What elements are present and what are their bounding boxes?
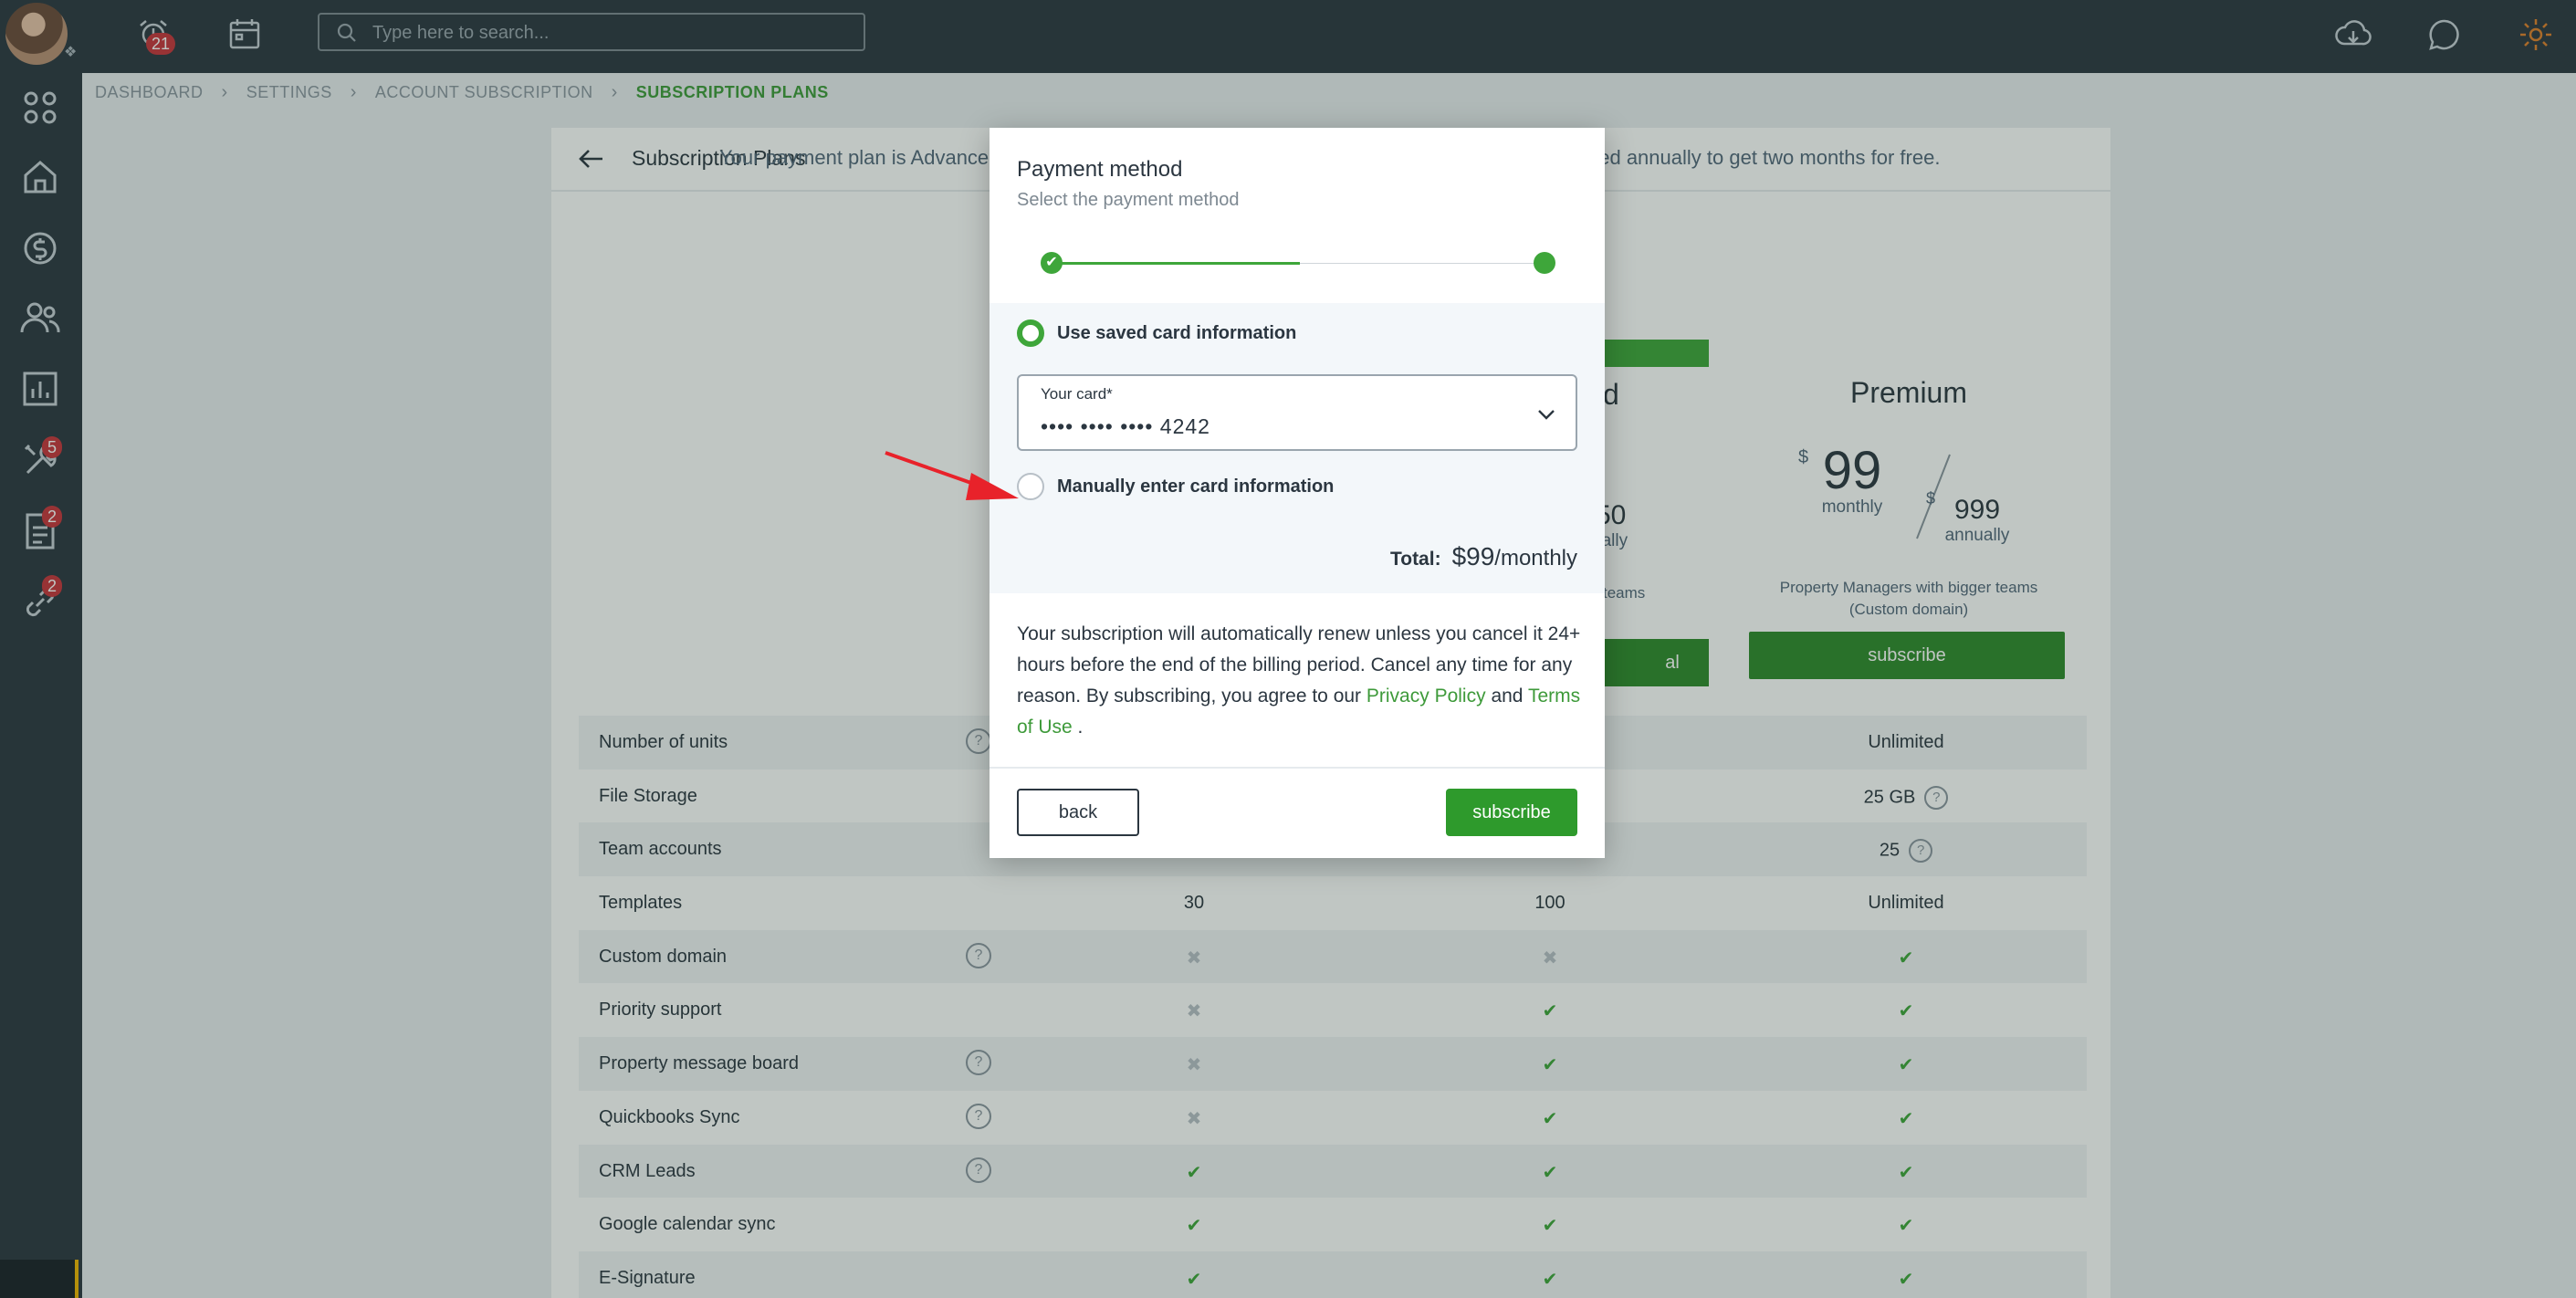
card-select-label: Your card*	[1041, 385, 1113, 403]
order-total: Total: $99/monthly	[1373, 542, 1577, 571]
check-icon: ✔	[1041, 252, 1063, 274]
total-label: Total:	[1389, 549, 1441, 570]
manual-card-label[interactable]: Manually enter card information	[1057, 476, 1334, 497]
modal-footer: back subscribe	[990, 767, 1605, 858]
annotation-arrow-icon	[885, 451, 1019, 500]
chevron-down-icon	[1535, 403, 1557, 425]
payment-options: Use saved card information Your card* ••…	[990, 303, 1605, 593]
subscribe-button[interactable]: subscribe	[1446, 789, 1577, 836]
back-button[interactable]: back	[1017, 789, 1139, 836]
saved-card-select[interactable]: Your card* •••• •••• •••• 4242	[1017, 374, 1577, 451]
total-period: /monthly	[1494, 546, 1577, 570]
step-line-pending	[1300, 263, 1545, 264]
terms-period: .	[1077, 717, 1084, 738]
saved-card-radio[interactable]	[1017, 319, 1044, 347]
step-line-complete	[1052, 262, 1300, 265]
and-text: and	[1491, 686, 1524, 707]
subscription-terms: Your subscription will automatically ren…	[1017, 619, 1583, 743]
card-select-value: •••• •••• •••• 4242	[1041, 414, 1210, 438]
total-amount: $99	[1451, 542, 1495, 570]
privacy-policy-link[interactable]: Privacy Policy	[1367, 686, 1486, 707]
payment-method-modal: Payment method Select the payment method…	[990, 128, 1605, 858]
progress-stepper: ✔	[1041, 252, 1555, 274]
saved-card-label[interactable]: Use saved card information	[1057, 323, 1296, 344]
manual-card-radio[interactable]	[1017, 473, 1044, 500]
modal-subtitle: Select the payment method	[1017, 190, 1240, 210]
step-current-dot	[1534, 252, 1555, 274]
modal-title: Payment method	[1017, 157, 1183, 182]
